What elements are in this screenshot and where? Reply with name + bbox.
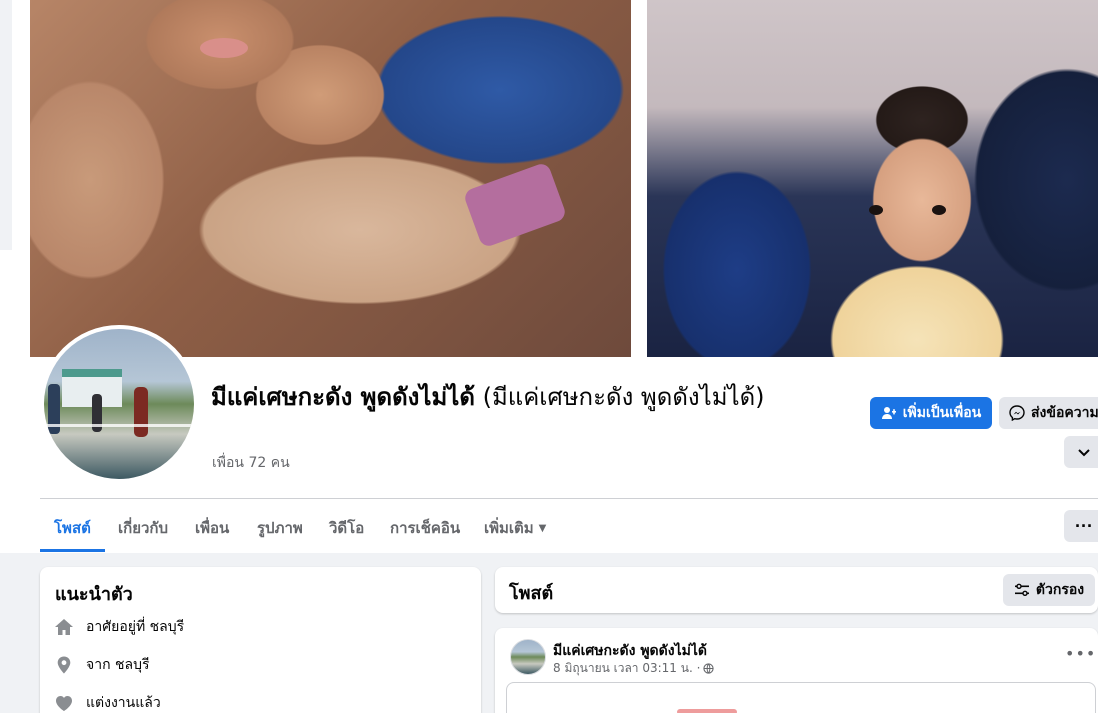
from-text: จาก ชลบุรี [86,657,150,673]
add-friend-label: เพิ่มเป็นเพื่อน [902,404,982,420]
intro-title: แนะนำตัว [55,584,133,605]
message-label: ส่งข้อความ [1031,404,1098,420]
tab-photos[interactable]: รูปภาพ [243,504,317,552]
page-gutter [0,0,12,250]
tab-label: เพื่อน [195,519,230,537]
tab-videos[interactable]: วิดีโอ [315,504,378,552]
tab-label: วิดีโอ [329,519,365,537]
post-timestamp[interactable]: 8 มิถุนายน เวลา 03:11 น. · [553,659,700,678]
cover-detail [932,205,946,215]
avatar-detail [134,387,148,437]
tab-more[interactable]: เพิ่มเติม ▼ [470,504,560,552]
intro-lives-in: อาศัยอยู่ที่ ชลบุรี [54,616,184,638]
tab-label: การเช็คอิน [390,519,461,537]
cover-photo-right [647,0,1098,357]
intro-relationship: แต่งงานแล้ว [54,692,161,713]
post-card: มีแค่เศษกะดัง พูดดังไม่ได้ 8 มิถุนายน เว… [495,628,1098,713]
avatar-image [44,329,194,479]
caret-down-icon: ▼ [538,522,547,534]
add-friend-button[interactable]: เพิ่มเป็นเพื่อน [870,397,992,429]
profile-options-button[interactable] [1064,436,1098,468]
tab-label: เกี่ยวกับ [118,519,169,537]
home-icon [54,617,74,637]
location-pin-icon [54,655,74,675]
lives-in-text: อาศัยอยู่ที่ ชลบุรี [86,619,185,635]
post-author-avatar[interactable] [510,639,546,675]
post-attachment-detail [677,709,737,713]
chevron-down-icon [1078,449,1090,457]
filter-label: ตัวกรอง [1035,581,1085,597]
post-attachment[interactable] [506,682,1096,713]
cover-photo-left [30,0,631,357]
tab-posts[interactable]: โพสต์ [40,504,105,552]
cover-photo[interactable] [30,0,1098,357]
tab-label: โพสต์ [54,519,91,537]
tabs-divider [40,498,1098,499]
more-icon: ··· [1075,515,1093,536]
profile-name-main: มีแค่เศษกะดัง พูดดังไม่ได้ [211,383,475,411]
posts-title: โพสต์ [509,583,554,604]
tab-checkins[interactable]: การเช็คอิน [376,504,474,552]
cover-detail [462,161,568,249]
tab-label: เพิ่มเติม [484,519,534,537]
tab-about[interactable]: เกี่ยวกับ [104,504,182,552]
profile-name-alt: (มีแค่เศษกะดัง พูดดังไม่ได้) [482,383,765,411]
intro-from: จาก ชลบุรี [54,654,149,676]
post-options-button[interactable]: ••• [1065,644,1096,663]
filter-button[interactable]: ตัวกรอง [1003,574,1095,606]
intro-card: แนะนำตัว อาศัยอยู่ที่ ชลบุรี จาก ชลบุรี … [40,567,481,713]
relationship-text: แต่งงานแล้ว [86,695,161,711]
more-options-button[interactable]: ··· [1064,510,1098,542]
profile-avatar[interactable] [40,325,198,483]
tab-label: รูปภาพ [257,519,303,537]
heart-icon [54,693,74,713]
cover-detail [200,38,248,58]
post-meta: 8 มิถุนายน เวลา 03:11 น. · [553,659,715,678]
profile-name: มีแค่เศษกะดัง พูดดังไม่ได้ (มีแค่เศษกะดั… [211,380,831,414]
cover-detail [869,205,883,215]
globe-icon [703,663,715,674]
filter-icon [1014,583,1029,597]
add-friend-icon [881,407,896,419]
messenger-icon [1009,405,1025,421]
message-button[interactable]: ส่งข้อความ [999,397,1098,429]
tab-friends[interactable]: เพื่อน [181,504,243,552]
avatar-detail [44,424,194,427]
friends-count[interactable]: เพื่อน 72 คน [212,452,290,474]
cover-divider [631,0,647,357]
